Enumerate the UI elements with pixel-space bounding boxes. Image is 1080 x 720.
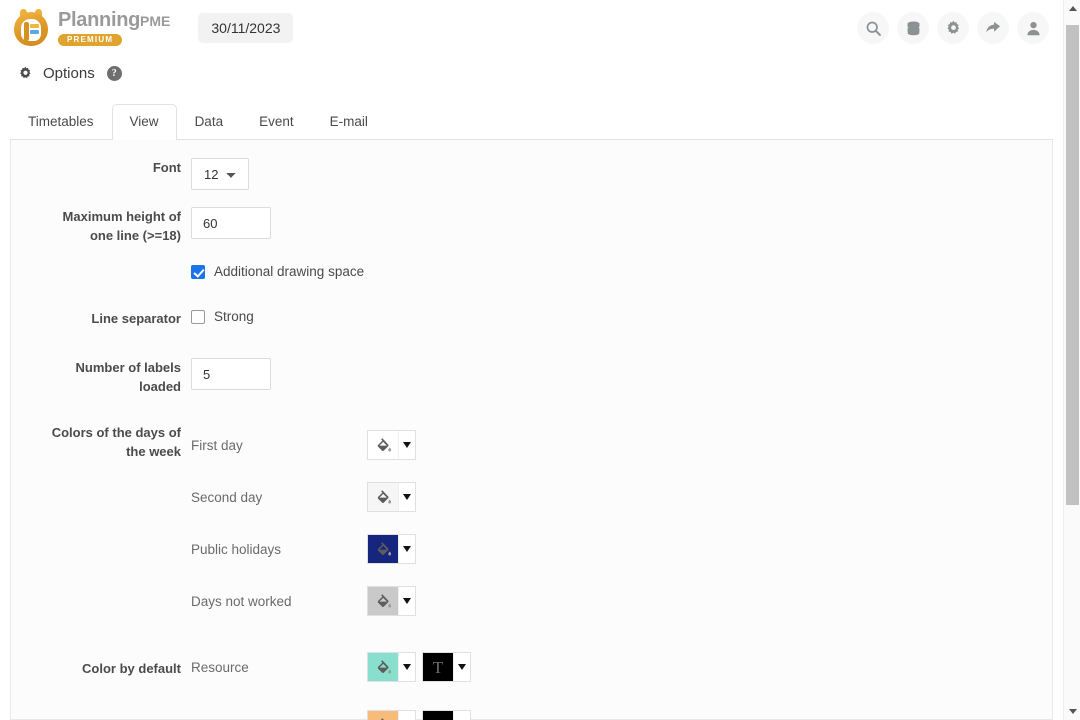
label-max-height: Maximum height of one line (>=18) <box>11 207 191 245</box>
days-not-worked-fill-swatch <box>368 587 398 615</box>
resource-fill-picker[interactable] <box>367 652 416 682</box>
row-default-colors: Color by default Resource T <box>11 645 1052 720</box>
gear-icon[interactable] <box>937 12 969 44</box>
task-text-dropdown-arrow[interactable] <box>453 711 470 720</box>
database-icon[interactable] <box>897 12 929 44</box>
text-color-icon: T <box>433 717 443 720</box>
app-header: PlanningPME PREMIUM 30/11/2023 <box>0 0 1063 56</box>
row-line-separator: Line separator Strong <box>11 309 1052 328</box>
task-fill-swatch <box>368 711 398 720</box>
row-week-colors: Colors of the days of the week First day <box>11 423 1052 623</box>
week-color-row-public-holidays: Public holidays <box>191 527 1052 571</box>
days-not-worked-fill-dropdown-arrow[interactable] <box>398 587 415 615</box>
days-not-worked-fill-picker[interactable] <box>367 586 416 616</box>
default-color-row-task: Task T <box>191 703 1052 720</box>
font-size-select[interactable]: 8910111214161820 <box>191 158 249 190</box>
tab-bar: Timetables View Data Event E-mail <box>10 101 1053 140</box>
second-day-fill-dropdown-arrow[interactable] <box>398 483 415 511</box>
label-week-colors-line2: the week <box>126 444 181 459</box>
label-font: Font <box>11 158 191 177</box>
week-colors-list: First day Second day <box>191 423 1052 623</box>
share-icon[interactable] <box>977 12 1009 44</box>
page-scrollbar[interactable] <box>1063 0 1080 720</box>
scroll-down-arrow-icon[interactable] <box>1064 703 1080 720</box>
logo-wordmark-suffix: PME <box>140 13 170 29</box>
tab-event[interactable]: Event <box>241 104 312 140</box>
logo-wordmark-main: Planning <box>58 9 140 31</box>
scroll-up-arrow-icon[interactable] <box>1064 0 1080 17</box>
label-labels-loaded: Number of labels loaded <box>11 358 191 396</box>
row-labels-loaded: Number of labels loaded <box>11 358 1052 396</box>
view-settings-panel: Font 8910111214161820 Maximum height of … <box>10 140 1053 720</box>
tab-timetables[interactable]: Timetables <box>10 104 112 140</box>
public-holidays-fill-swatch <box>368 535 398 563</box>
help-icon[interactable]: ? <box>107 66 122 81</box>
week-color-row-days-not-worked: Days not worked <box>191 579 1052 623</box>
user-icon[interactable] <box>1017 12 1049 44</box>
resource-fill-swatch <box>368 653 398 681</box>
resource-text-color-swatch: T <box>423 653 453 681</box>
default-colors-list: Resource T <box>191 645 1052 720</box>
line-separator-strong-label: Strong <box>214 309 254 324</box>
app-root: PlanningPME PREMIUM 30/11/2023 <box>0 0 1080 720</box>
page-title: Options <box>43 65 95 82</box>
first-day-fill-swatch <box>368 431 398 459</box>
row-font: Font 8910111214161820 <box>11 158 1052 190</box>
planningpme-logo-icon <box>12 9 50 47</box>
default-color-label-resource: Resource <box>191 660 367 675</box>
public-holidays-fill-dropdown-arrow[interactable] <box>398 535 415 563</box>
additional-drawing-space-label: Additional drawing space <box>214 264 364 279</box>
text-color-icon: T <box>433 659 443 676</box>
resource-text-dropdown-arrow[interactable] <box>453 653 470 681</box>
row-max-height: Maximum height of one line (>=18) <box>11 207 1052 245</box>
additional-drawing-space-checkbox[interactable] <box>191 265 205 279</box>
task-fill-picker[interactable] <box>367 710 416 720</box>
first-day-fill-picker[interactable] <box>367 430 416 460</box>
logo-premium-badge: PREMIUM <box>58 34 122 46</box>
line-separator-strong-checkbox[interactable] <box>191 310 205 324</box>
public-holidays-fill-picker[interactable] <box>367 534 416 564</box>
options-gear-icon <box>18 66 33 81</box>
tab-view[interactable]: View <box>112 104 177 141</box>
second-day-fill-picker[interactable] <box>367 482 416 512</box>
labels-loaded-input[interactable] <box>191 358 271 390</box>
current-date-field[interactable]: 30/11/2023 <box>198 13 293 43</box>
header-icon-group <box>857 12 1049 44</box>
scrollbar-thumb[interactable] <box>1066 25 1079 505</box>
tab-email[interactable]: E-mail <box>312 104 386 140</box>
label-week-colors-line1: Colors of the days of <box>52 425 181 440</box>
week-color-label-second-day: Second day <box>191 490 367 505</box>
options-bar: Options ? <box>0 56 1063 90</box>
label-default-colors: Color by default <box>11 645 191 678</box>
label-labels-loaded-line2: loaded <box>139 379 181 394</box>
label-labels-loaded-line1: Number of labels <box>76 360 181 375</box>
logo-wordmark: PlanningPME <box>58 10 170 30</box>
default-color-row-resource: Resource T <box>191 645 1052 689</box>
resource-fill-dropdown-arrow[interactable] <box>398 653 415 681</box>
week-color-row-second-day: Second day <box>191 475 1052 519</box>
label-line-separator: Line separator <box>11 309 191 328</box>
app-logo[interactable]: PlanningPME PREMIUM <box>12 9 170 47</box>
week-color-row-first-day: First day <box>191 423 1052 467</box>
max-height-input[interactable] <box>191 207 271 239</box>
week-color-label-days-not-worked: Days not worked <box>191 594 367 609</box>
row-additional-drawing-space: Additional drawing space <box>11 264 1052 279</box>
tab-data[interactable]: Data <box>177 104 242 140</box>
first-day-fill-dropdown-arrow[interactable] <box>398 431 415 459</box>
search-icon[interactable] <box>857 12 889 44</box>
second-day-fill-swatch <box>368 483 398 511</box>
task-text-color-swatch: T <box>423 711 453 720</box>
resource-text-color-picker[interactable]: T <box>422 652 471 682</box>
label-week-colors: Colors of the days of the week <box>11 423 191 461</box>
task-text-color-picker[interactable]: T <box>422 710 471 720</box>
label-max-height-line2: one line (>=18) <box>90 228 181 243</box>
week-color-label-public-holidays: Public holidays <box>191 542 367 557</box>
label-max-height-line1: Maximum height of <box>63 209 181 224</box>
task-fill-dropdown-arrow[interactable] <box>398 711 415 720</box>
week-color-label-first-day: First day <box>191 438 367 453</box>
